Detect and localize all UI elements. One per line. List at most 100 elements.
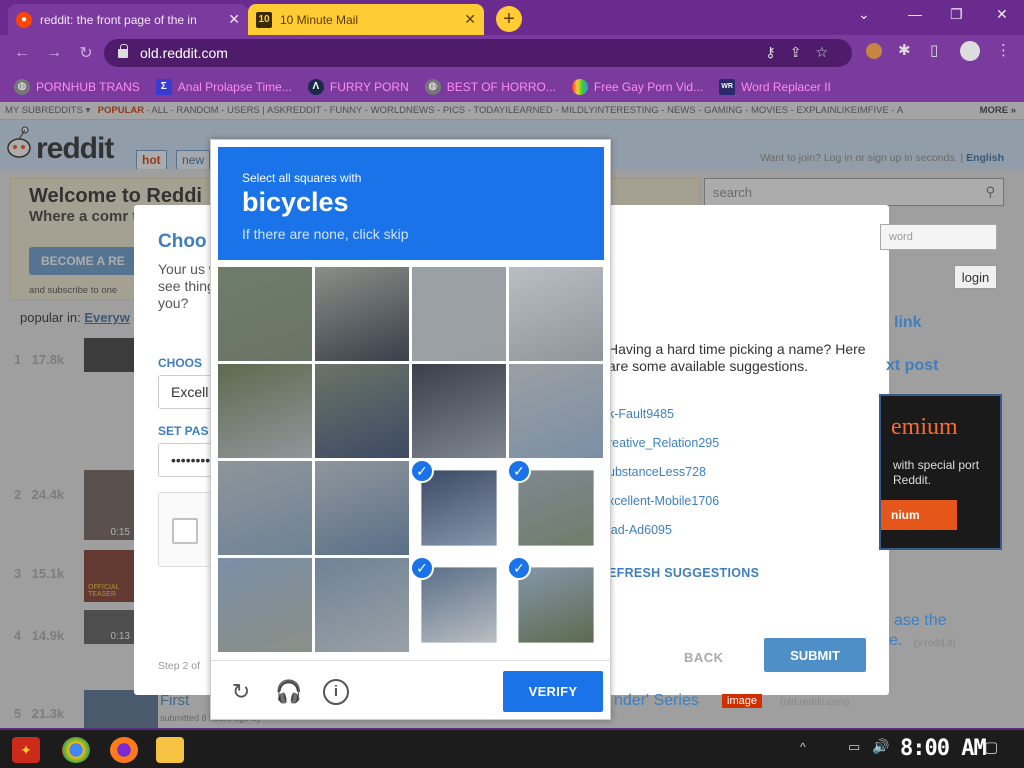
taskbar: ✦ ^ ▭ 🔊 8:00 AM ▢ <box>0 728 1024 768</box>
clock[interactable]: 8:00 AM <box>900 736 987 761</box>
share-icon[interactable]: ⇪ <box>790 44 816 60</box>
back-button[interactable]: BACK <box>684 650 724 665</box>
premium-button[interactable]: nium <box>881 500 957 530</box>
submit-button[interactable]: SUBMIT <box>764 638 866 672</box>
username-suggestion[interactable]: xcellent-Mobile1706 <box>608 494 719 508</box>
bookmark-3[interactable]: Λ FURRY PORN <box>307 78 409 95</box>
submit-link-button[interactable]: link <box>894 314 922 332</box>
captcha-tile[interactable] <box>315 461 409 555</box>
username-suggestion[interactable]: ubstanceLess728 <box>608 465 706 479</box>
browser-toolbar: ← → ↻ old.reddit.com ⚷⇪☆ ✱ ▯ ⋮ <box>0 35 1024 71</box>
captcha-tile[interactable] <box>315 364 409 458</box>
volume-icon[interactable]: 🔊 <box>872 738 889 755</box>
bookmark-4[interactable]: ◍ BEST OF HORRO... <box>424 78 556 95</box>
username-suggestion[interactable]: reative_Relation295 <box>608 436 719 450</box>
login-button[interactable]: login <box>954 265 997 289</box>
captcha-tile-image <box>509 364 603 458</box>
captcha-header: Select all squares with bicycles If ther… <box>218 147 604 260</box>
username-suggestion[interactable]: lad-Ad6095 <box>608 523 672 537</box>
post-title-right[interactable]: ase the <box>894 612 946 630</box>
choose-username-label: CHOOS <box>158 356 203 370</box>
bookmark-6[interactable]: WR Word Replacer II <box>719 78 831 95</box>
key-icon[interactable]: ⚷ <box>765 44 789 60</box>
captcha-tile[interactable] <box>509 364 603 458</box>
step-indicator: Step 2 of <box>158 660 201 672</box>
firefox-icon[interactable] <box>110 737 138 763</box>
info-icon[interactable]: i <box>323 679 349 705</box>
bookmark-1[interactable]: ◍ PORNHUB TRANS <box>14 78 140 95</box>
file-explorer-icon[interactable] <box>156 737 184 763</box>
captcha-challenge: Select all squares with bicycles If ther… <box>210 139 612 720</box>
captcha-tile[interactable]: ✓ <box>412 558 506 652</box>
captcha-tile-image <box>315 364 409 458</box>
captcha-tile[interactable] <box>218 461 312 555</box>
sidebar-icon[interactable]: ▯ <box>930 41 938 59</box>
captcha-tile[interactable]: ✓ <box>412 461 506 555</box>
password-field[interactable]: •••••••• <box>158 443 218 477</box>
sigma-icon: Σ <box>155 78 172 95</box>
username-suggestion[interactable]: k-Fault9485 <box>608 407 674 421</box>
tab-search-icon[interactable]: ⌄ <box>858 6 870 23</box>
tab-title: 10 Minute Mail <box>280 12 359 27</box>
refresh-suggestions-link[interactable]: EFRESH SUGGESTIONS <box>608 566 759 580</box>
captcha-tile[interactable] <box>412 364 506 458</box>
captcha-tile-image <box>518 567 594 643</box>
captcha-tile[interactable] <box>218 364 312 458</box>
star-icon[interactable]: ☆ <box>815 44 842 60</box>
browser-tab-bar: ● reddit: the front page of the in ✕ 10 … <box>0 0 1024 35</box>
extensions-icon[interactable]: ✱ <box>898 41 911 59</box>
minimize-icon[interactable]: — <box>908 6 922 22</box>
submit-text-post-button[interactable]: xt post <box>886 357 938 375</box>
captcha-tile-image <box>412 267 506 361</box>
captcha-tile[interactable] <box>509 267 603 361</box>
bookmark-2[interactable]: Σ Anal Prolapse Time... <box>155 78 292 95</box>
reload-icon[interactable]: ↻ <box>70 43 102 63</box>
captcha-tile[interactable] <box>218 267 312 361</box>
premium-text: with special port Reddit. <box>893 458 980 487</box>
lock-icon[interactable] <box>118 43 128 58</box>
captcha-tile[interactable]: ✓ <box>509 461 603 555</box>
address-bar[interactable]: old.reddit.com ⚷⇪☆ <box>104 39 852 67</box>
captcha-tile[interactable] <box>218 558 312 652</box>
captcha-tile[interactable] <box>412 267 506 361</box>
profile-icon[interactable] <box>960 41 980 61</box>
tab-10-minute-mail[interactable]: 10 10 Minute Mail ✕ <box>248 4 484 35</box>
post-title-series[interactable]: nder' Series <box>614 692 699 710</box>
post-title-right-2[interactable]: e. <box>889 632 902 650</box>
address-bar-actions: ⚷⇪☆ <box>765 44 842 61</box>
tab-close-icon[interactable]: ✕ <box>464 11 476 28</box>
tab-close-icon[interactable]: ✕ <box>228 11 240 28</box>
new-tab-button[interactable]: + <box>496 6 522 32</box>
url-text: old.reddit.com <box>140 45 228 61</box>
tray-chevron-icon[interactable]: ^ <box>800 740 806 754</box>
forward-icon[interactable]: → <box>38 44 70 62</box>
network-icon[interactable]: ▭ <box>848 739 860 755</box>
password-label: SET PAS <box>158 424 209 438</box>
captcha-tile[interactable] <box>315 267 409 361</box>
bookmark-5[interactable]: Free Gay Porn Vid... <box>571 78 703 95</box>
start-icon[interactable]: ✦ <box>12 737 40 763</box>
username-field[interactable]: Excell <box>158 375 218 409</box>
modal-title: Choo <box>158 231 207 252</box>
verify-button[interactable]: VERIFY <box>503 671 603 712</box>
ten-minute-mail-favicon-icon: 10 <box>256 11 272 28</box>
reddit-favicon-icon: ● <box>16 11 32 28</box>
globe-icon: ◍ <box>424 78 441 95</box>
captcha-instruction: Select all squares with <box>242 171 362 185</box>
notifications-icon[interactable]: ▢ <box>984 738 998 756</box>
reload-icon[interactable]: ↻ <box>228 679 254 705</box>
lambda-icon: Λ <box>307 78 324 95</box>
extension-avatar-icon[interactable] <box>866 43 882 59</box>
recaptcha-checkbox[interactable] <box>172 518 198 544</box>
menu-icon[interactable]: ⋮ <box>996 41 1011 59</box>
rainbow-icon <box>571 78 588 95</box>
tab-reddit[interactable]: ● reddit: the front page of the in ✕ <box>8 4 248 35</box>
restore-icon[interactable]: ❐ <box>950 6 963 23</box>
captcha-tile[interactable]: ✓ <box>509 558 603 652</box>
chrome-icon[interactable] <box>62 737 90 763</box>
close-window-icon[interactable]: ✕ <box>996 6 1008 23</box>
back-icon[interactable]: ← <box>6 44 38 62</box>
captcha-tile[interactable] <box>315 558 409 652</box>
audio-icon[interactable]: 🎧 <box>275 679 302 705</box>
password-input[interactable]: word <box>880 224 997 250</box>
